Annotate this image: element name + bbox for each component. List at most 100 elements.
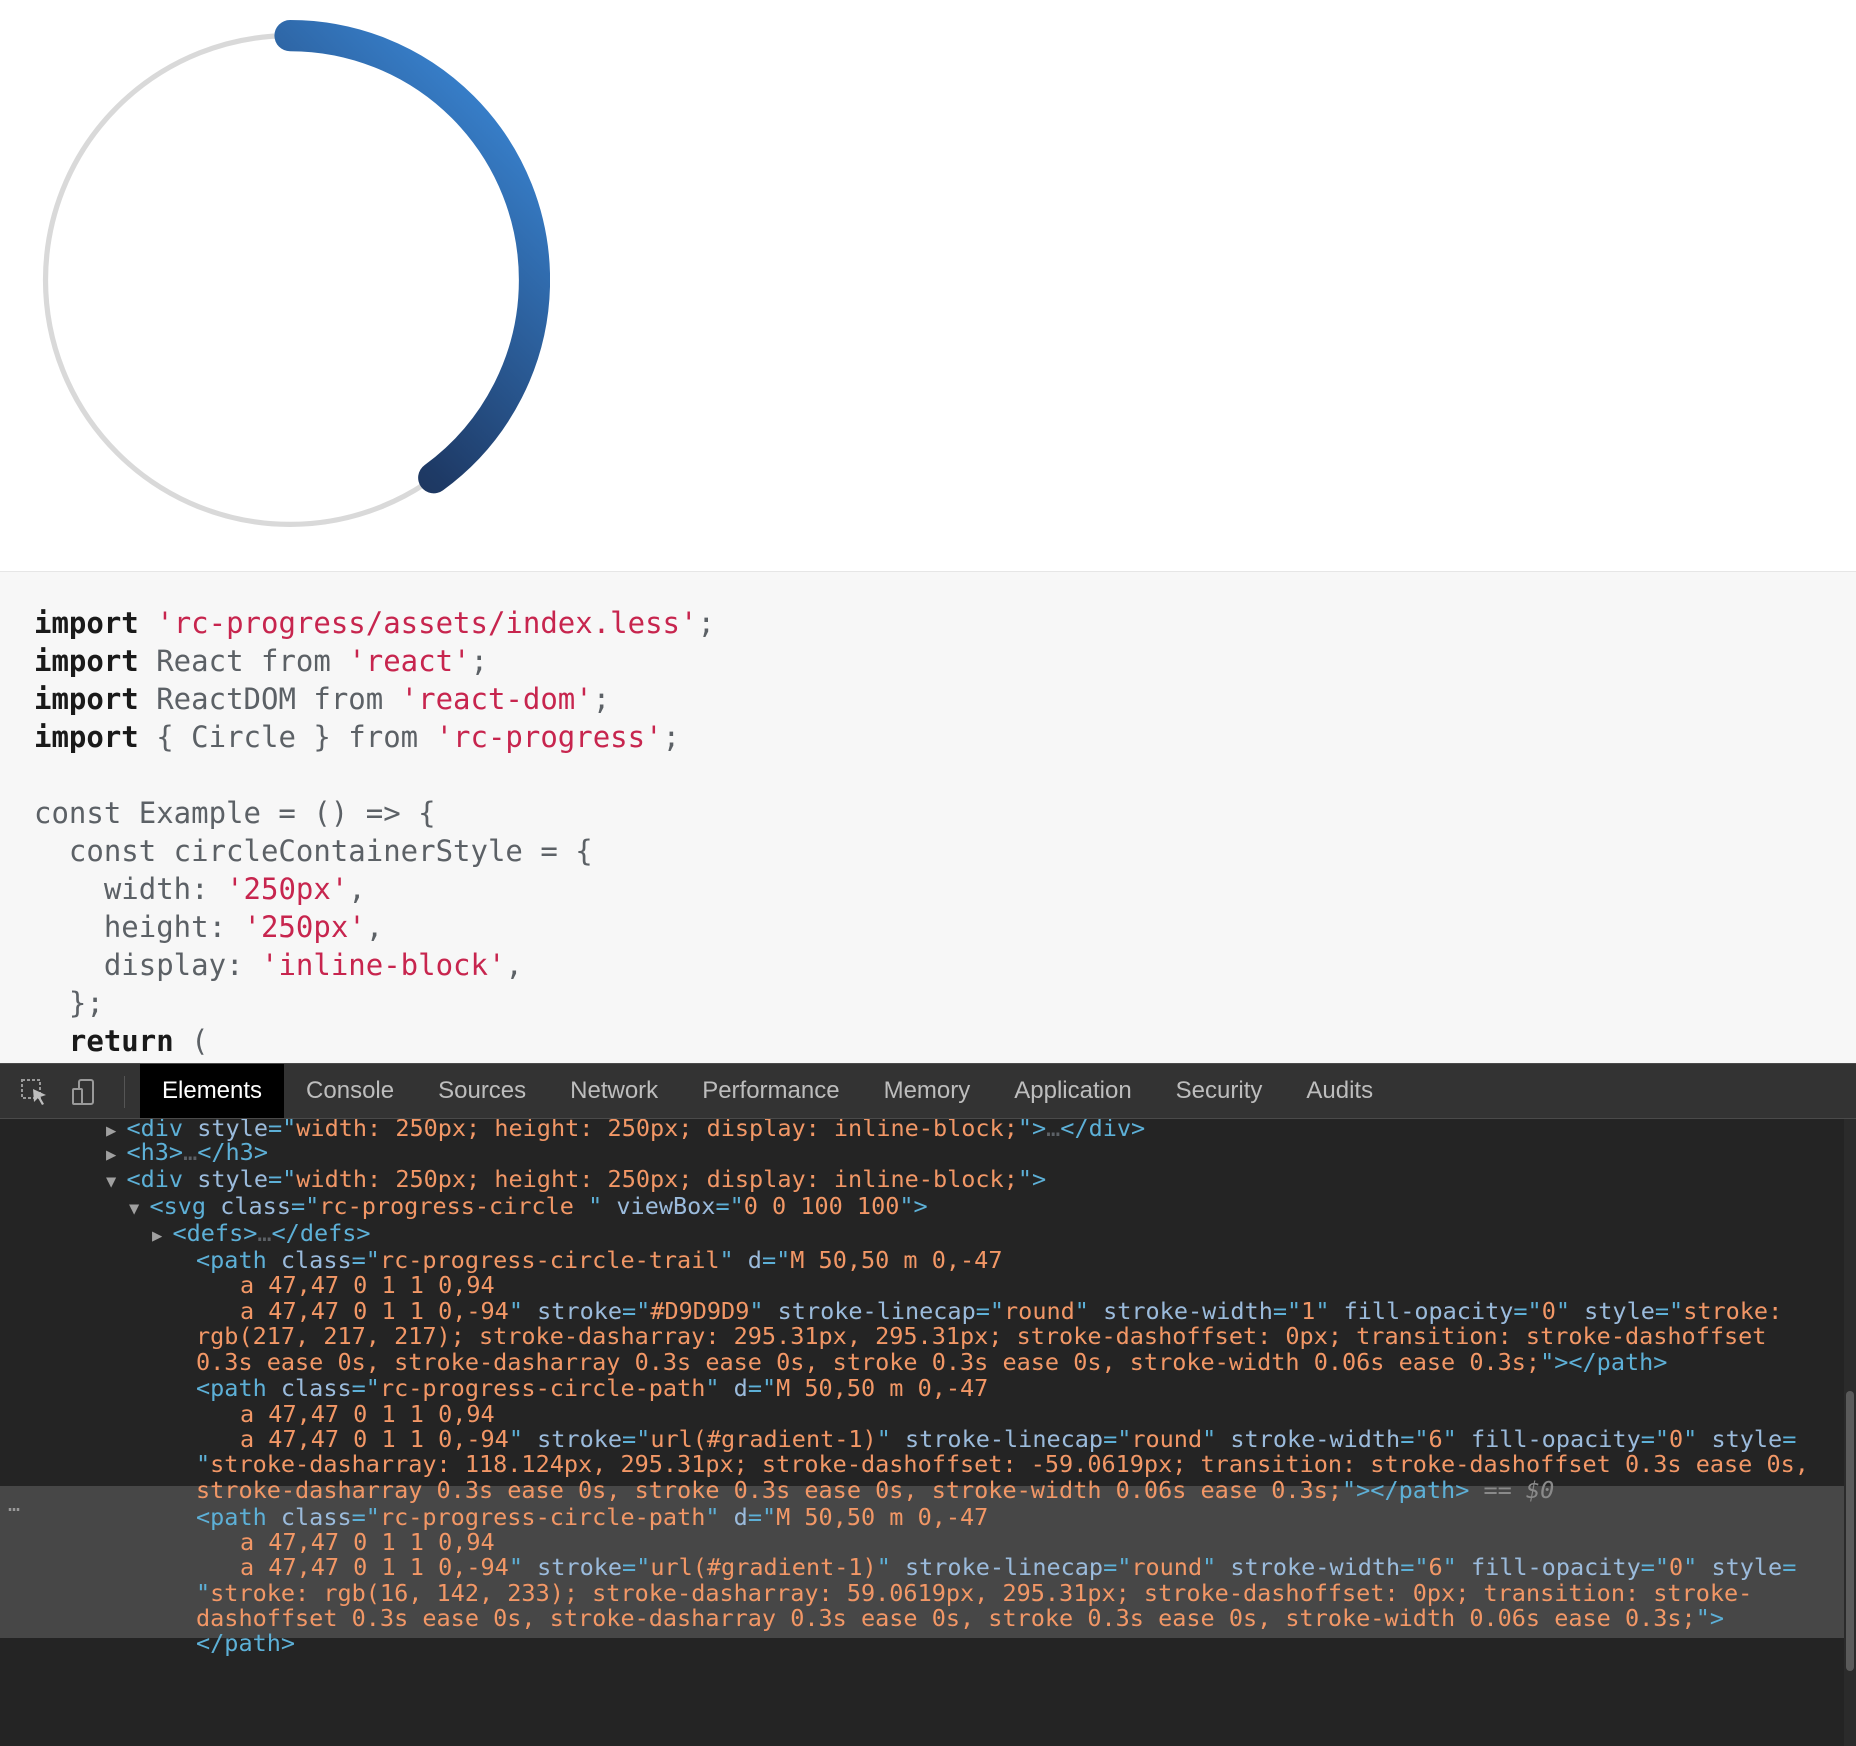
code-token: ; — [470, 644, 488, 678]
dom-token: class — [280, 1374, 352, 1402]
scroll-thumb[interactable] — [1846, 1391, 1854, 1671]
dom-token: a 47,47 0 1 1 0,-94 — [240, 1553, 509, 1581]
code-token: React from — [138, 644, 349, 678]
code-line: import ReactDOM from 'react-dom'; — [34, 680, 715, 718]
code-token: display: — [34, 948, 261, 982]
code-token: width: — [34, 872, 227, 906]
code-token: ; — [697, 606, 715, 640]
code-listing: import 'rc-progress/assets/index.less'; i… — [34, 604, 715, 1060]
dom-token: <h3> — [126, 1138, 184, 1166]
expand-triangle-icon[interactable]: ▶ — [106, 1145, 126, 1165]
expand-triangle-icon[interactable]: ▶ — [152, 1226, 172, 1246]
tab-memory[interactable]: Memory — [862, 1064, 993, 1118]
dom-token: d — [733, 1374, 748, 1402]
dom-token: "> — [1017, 1165, 1047, 1193]
dom-token: 0.3s ease 0s, stroke-dasharray 0.3s ease… — [196, 1348, 1541, 1376]
code-token: ; — [592, 682, 611, 716]
tab-application[interactable]: Application — [992, 1064, 1153, 1118]
dom-token: 0 0 100 100 — [743, 1192, 900, 1220]
dom-line[interactable]: </path> — [196, 1628, 1856, 1658]
code-line: display: 'inline-block', — [34, 946, 715, 984]
devtools-toolbar: Elements Console Sources Network Performance… — [0, 1063, 1856, 1119]
dom-token: = — [1782, 1553, 1797, 1581]
code-line: const Example = () => { — [34, 794, 715, 832]
code-line: const circleContainerStyle = { — [34, 832, 715, 870]
dom-token: =" — [1640, 1553, 1670, 1581]
dom-token: == $0 — [1469, 1476, 1555, 1504]
dom-line[interactable]: ▶ <h3>…</h3> — [106, 1137, 1856, 1167]
code-token: { Circle } from — [138, 720, 436, 754]
dom-token: 0 — [1669, 1553, 1684, 1581]
code-token: ; — [662, 720, 681, 754]
dom-token: stroke-linecap — [904, 1553, 1104, 1581]
code-line: return ( — [34, 1022, 715, 1060]
expand-triangle-icon[interactable]: ▼ — [106, 1172, 126, 1192]
code-line: import React from 'react'; — [34, 642, 715, 680]
code-line: import { Circle } from 'rc-progress'; — [34, 718, 715, 756]
dom-token: class — [220, 1192, 291, 1220]
dom-line[interactable]: ▶ <defs>…</defs> — [152, 1218, 1856, 1248]
expand-triangle-icon[interactable]: ▼ — [129, 1199, 149, 1219]
dom-line[interactable]: ▼ <svg class="rc-progress-circle " viewB… — [129, 1191, 1856, 1221]
node-actions-ellipsis[interactable]: … — [8, 1492, 20, 1516]
code-token: height: — [34, 910, 244, 944]
dom-token: </defs> — [271, 1219, 371, 1247]
code-token: const circleContainerStyle = { — [34, 834, 593, 868]
code-token: 'inline-block' — [260, 948, 506, 982]
dom-token: 6 — [1428, 1553, 1443, 1581]
tab-audits[interactable]: Audits — [1284, 1064, 1395, 1118]
code-line: }; — [34, 984, 715, 1022]
dom-token: "> — [899, 1192, 928, 1220]
dom-token: " — [588, 1192, 617, 1220]
code-token: , — [365, 910, 384, 944]
dom-token: " — [1202, 1553, 1231, 1581]
dom-line[interactable]: stroke-dasharray 0.3s ease 0s, stroke 0.… — [196, 1475, 1856, 1505]
tab-performance[interactable]: Performance — [680, 1064, 861, 1118]
dom-token: =" — [1400, 1553, 1429, 1581]
dom-token: =" — [351, 1374, 380, 1402]
code-token: 'rc-progress' — [435, 720, 663, 754]
dom-token: stroke-dasharray: 118.124px, 295.31px; s… — [210, 1450, 1809, 1478]
tab-sources[interactable]: Sources — [416, 1064, 548, 1118]
code-token: , — [505, 948, 523, 982]
dom-token: <svg — [149, 1192, 221, 1220]
code-token: import — [34, 606, 139, 640]
code-token: '250px' — [243, 910, 366, 944]
devtools-panel: Elements Console Sources Network Performance… — [0, 1063, 1856, 1746]
tab-network[interactable]: Network — [548, 1064, 680, 1118]
code-token: const Example = () => { — [34, 796, 436, 830]
dom-token: rc-progress-circle-path — [379, 1374, 706, 1402]
code-token: import — [34, 682, 139, 716]
dom-token: =" — [290, 1192, 320, 1220]
dom-token: stroke — [537, 1553, 623, 1581]
dom-token: =" — [715, 1192, 744, 1220]
code-token: ReactDOM from — [138, 682, 401, 716]
dom-token: … — [183, 1138, 198, 1166]
dom-token: =" — [1103, 1553, 1132, 1581]
tab-security[interactable]: Security — [1154, 1064, 1285, 1118]
tab-console[interactable]: Console — [284, 1064, 416, 1118]
code-token: import — [34, 644, 139, 678]
dom-token: a 47,47 0 1 1 0,94 — [240, 1271, 495, 1299]
cursor-select-icon[interactable] — [16, 1074, 52, 1110]
device-toggle-icon[interactable] — [66, 1074, 102, 1110]
devtools-tabs: Elements Console Sources Network Performance… — [140, 1064, 1395, 1118]
dom-token: … — [257, 1219, 272, 1247]
code-token: ( — [173, 1024, 209, 1058]
dom-token: =" — [622, 1553, 651, 1581]
tab-elements[interactable]: Elements — [140, 1064, 285, 1118]
dom-token: stroke-width — [1230, 1553, 1401, 1581]
code-line: width: '250px', — [34, 870, 715, 908]
dom-token: rgb(217, 217, 217); stroke-dasharray: 29… — [196, 1322, 1767, 1350]
demo-area — [0, 0, 1856, 571]
dom-token: <path — [196, 1374, 281, 1402]
code-token: 'rc-progress/assets/index.less' — [156, 606, 698, 640]
scrollbar[interactable] — [1844, 1119, 1856, 1746]
dom-token: " — [1683, 1553, 1712, 1581]
dom-token: <defs> — [172, 1219, 258, 1247]
dom-line[interactable]: ▼ <div style="width: 250px; height: 250p… — [106, 1164, 1856, 1194]
dom-token: viewBox — [616, 1192, 716, 1220]
code-token: '250px' — [226, 872, 349, 906]
code-line: import 'rc-progress/assets/index.less'; — [34, 604, 715, 642]
